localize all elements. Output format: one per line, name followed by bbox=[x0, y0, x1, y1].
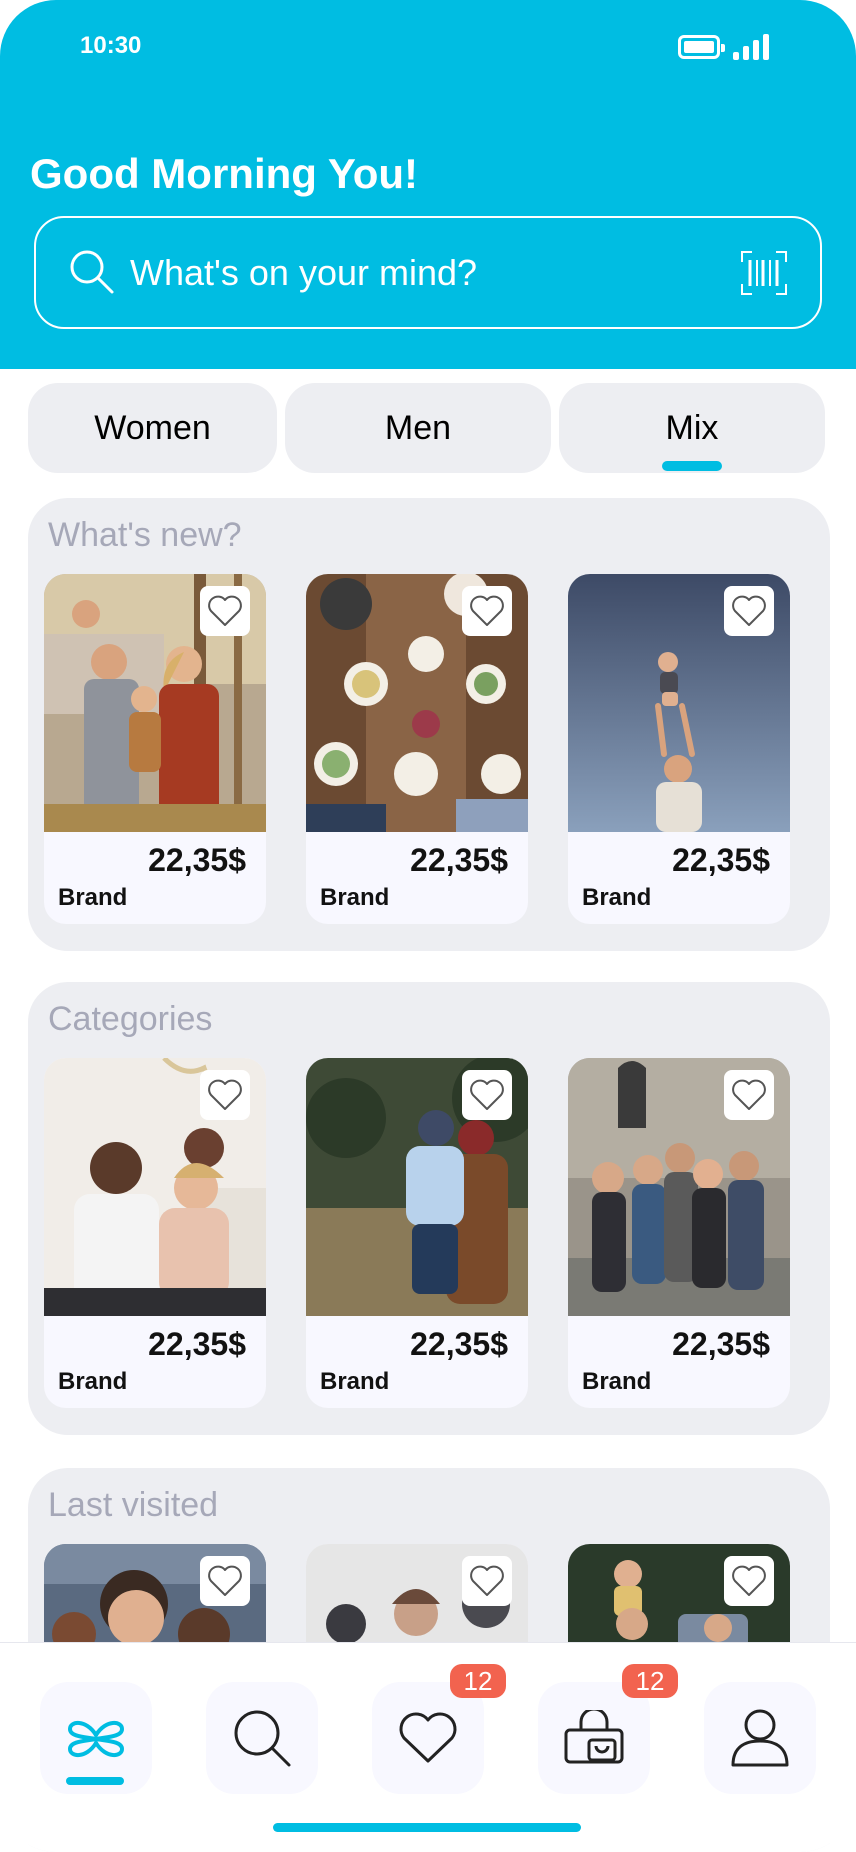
product-brand: Brand bbox=[58, 884, 128, 911]
section-title: Last visited bbox=[48, 1486, 219, 1524]
section-title: Categories bbox=[48, 1000, 213, 1038]
category-card[interactable]: 22,35$ Brand bbox=[44, 1058, 266, 1408]
cart-badge: 12 bbox=[622, 1664, 678, 1698]
nav-cart[interactable] bbox=[538, 1682, 650, 1794]
favorite-button[interactable] bbox=[462, 1556, 512, 1606]
battery-icon bbox=[678, 35, 725, 59]
nav-active-indicator bbox=[66, 1777, 124, 1785]
category-card[interactable]: 22,35$ Brand bbox=[568, 1058, 790, 1408]
product-brand: Brand bbox=[582, 884, 652, 911]
section-title: What's new? bbox=[48, 516, 242, 554]
product-card[interactable]: 22,35$ Brand bbox=[568, 574, 790, 924]
category-brand: Brand bbox=[582, 1368, 652, 1395]
tab-women[interactable]: Women bbox=[28, 383, 277, 473]
favorite-button[interactable] bbox=[200, 1070, 250, 1120]
favorite-button[interactable] bbox=[724, 1070, 774, 1120]
favorite-button[interactable] bbox=[724, 1556, 774, 1606]
category-price: 22,35$ bbox=[410, 1326, 508, 1362]
favorite-button[interactable] bbox=[462, 1070, 512, 1120]
barcode-scan-icon[interactable] bbox=[740, 250, 788, 296]
tab-men[interactable]: Men bbox=[285, 383, 551, 473]
category-brand: Brand bbox=[58, 1368, 128, 1395]
category-price: 22,35$ bbox=[672, 1326, 770, 1362]
nav-favorites[interactable] bbox=[372, 1682, 484, 1794]
nav-profile[interactable] bbox=[704, 1682, 816, 1794]
bottom-navigation: 12 12 bbox=[0, 1642, 856, 1852]
greeting-title: Good Morning You! bbox=[30, 150, 419, 197]
heart-outline-icon bbox=[208, 1079, 242, 1110]
search-icon bbox=[70, 250, 114, 294]
product-card[interactable]: 22,35$ Brand bbox=[44, 574, 266, 924]
category-price: 22,35$ bbox=[148, 1326, 246, 1362]
search-input[interactable] bbox=[130, 248, 670, 298]
heart-outline-icon bbox=[208, 1565, 242, 1596]
product-card[interactable]: 22,35$ Brand bbox=[306, 574, 528, 924]
heart-outline-icon bbox=[470, 1079, 504, 1110]
section-whats-new: What's new? 22,35$ Brand 22,35$ Brand 22… bbox=[28, 498, 830, 951]
favorite-button[interactable] bbox=[200, 586, 250, 636]
product-price: 22,35$ bbox=[148, 842, 246, 878]
section-categories: Categories 22,35$ Brand 22,35$ Brand 22,… bbox=[28, 982, 830, 1435]
profile-icon bbox=[731, 1709, 789, 1767]
heart-outline-icon bbox=[732, 595, 766, 626]
home-logo-icon bbox=[67, 1721, 125, 1757]
favorite-button[interactable] bbox=[200, 1556, 250, 1606]
category-card[interactable]: 22,35$ Brand bbox=[306, 1058, 528, 1408]
search-bar[interactable] bbox=[34, 216, 822, 329]
heart-icon bbox=[399, 1712, 457, 1763]
product-brand: Brand bbox=[320, 884, 390, 911]
product-price: 22,35$ bbox=[410, 842, 508, 878]
favorite-button[interactable] bbox=[462, 586, 512, 636]
status-time: 10:30 bbox=[80, 32, 142, 59]
home-indicator bbox=[273, 1823, 581, 1832]
heart-outline-icon bbox=[732, 1079, 766, 1110]
shopping-bag-icon bbox=[564, 1710, 624, 1764]
heart-outline-icon bbox=[732, 1565, 766, 1596]
search-icon bbox=[234, 1710, 291, 1767]
favorites-badge: 12 bbox=[450, 1664, 506, 1698]
app-screen: 10:30 Good Morning You! Wo bbox=[0, 0, 856, 1852]
signal-icon bbox=[733, 34, 769, 60]
header: 10:30 Good Morning You! bbox=[0, 0, 856, 369]
tab-mix[interactable]: Mix bbox=[559, 383, 825, 473]
nav-search[interactable] bbox=[206, 1682, 318, 1794]
heart-outline-icon bbox=[208, 595, 242, 626]
favorite-button[interactable] bbox=[724, 586, 774, 636]
heart-outline-icon bbox=[470, 1565, 504, 1596]
category-brand: Brand bbox=[320, 1368, 390, 1395]
tab-active-indicator bbox=[662, 461, 722, 471]
product-price: 22,35$ bbox=[672, 842, 770, 878]
heart-outline-icon bbox=[470, 595, 504, 626]
